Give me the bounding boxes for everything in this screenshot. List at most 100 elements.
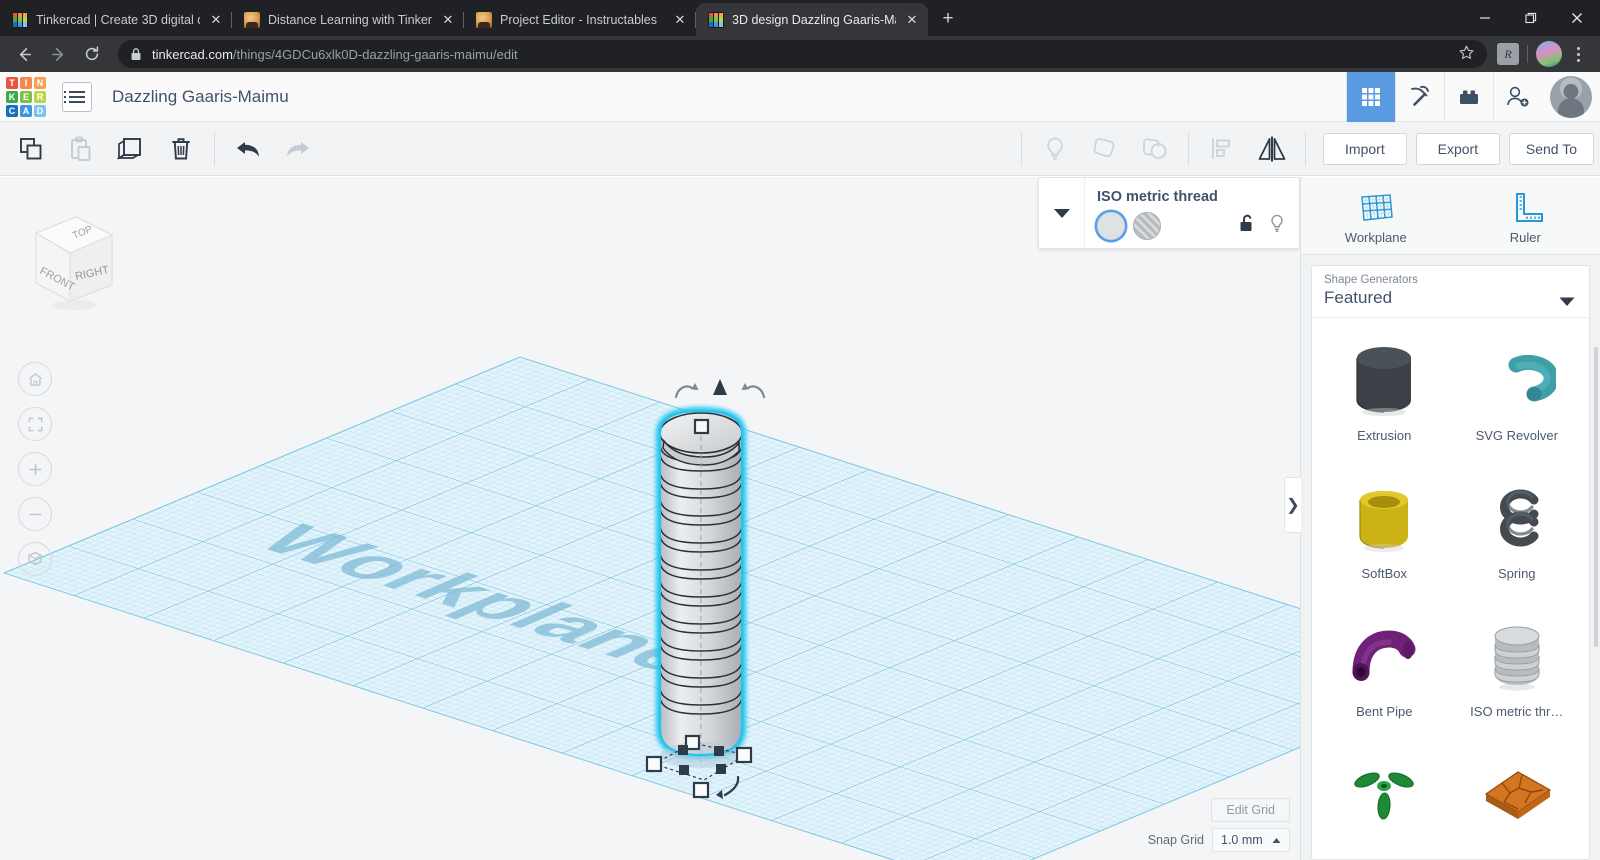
selection-handles[interactable] xyxy=(636,717,766,807)
edge-resize-handle[interactable] xyxy=(678,745,688,755)
align-button[interactable] xyxy=(1197,126,1247,172)
shape-item-softbox[interactable]: SoftBox xyxy=(1318,470,1451,608)
properties-icons xyxy=(1239,214,1289,238)
pickaxe-icon[interactable] xyxy=(1395,72,1444,122)
close-window-button[interactable] xyxy=(1554,0,1600,36)
edit-grid-button[interactable]: Edit Grid xyxy=(1211,798,1290,822)
green-propeller-icon xyxy=(1336,752,1432,836)
shape-item-svg-revolver[interactable]: SVG Revolver xyxy=(1451,332,1584,470)
tab-close-icon[interactable]: ✕ xyxy=(208,12,224,28)
teal-torus-arc-icon xyxy=(1469,338,1565,422)
shape-item-orange-stone-tile[interactable] xyxy=(1451,746,1584,859)
tab-close-icon[interactable]: ✕ xyxy=(904,12,920,28)
header-actions xyxy=(1346,72,1600,122)
lightbulb-icon[interactable] xyxy=(1269,214,1285,238)
user-avatar[interactable] xyxy=(1550,76,1592,118)
height-handle[interactable] xyxy=(693,418,710,435)
project-menu-icon[interactable] xyxy=(62,81,92,112)
brick-icon[interactable] xyxy=(1444,72,1493,122)
zoom-out-button[interactable] xyxy=(18,497,52,531)
edit-toolbar: Import Export Send To xyxy=(0,122,1600,176)
maximize-restore-button[interactable] xyxy=(1508,0,1554,36)
tinkercad-logo[interactable]: T I N K E R C A D xyxy=(4,75,48,119)
invite-person-icon[interactable] xyxy=(1493,72,1542,122)
group-button[interactable] xyxy=(1080,126,1130,172)
tab-close-icon[interactable]: ✕ xyxy=(440,12,456,28)
shape-item-bent-pipe[interactable]: Bent Pipe xyxy=(1318,608,1451,746)
workplane-tool[interactable]: Workplane xyxy=(1301,177,1451,254)
tab-title: 3D design Dazzling Gaaris-Maim xyxy=(732,12,896,27)
hole-swatch[interactable] xyxy=(1133,211,1161,240)
browser-tab-3[interactable]: Project Editor - Instructables ✕ xyxy=(464,3,696,36)
extension-icon[interactable]: R xyxy=(1497,43,1519,65)
ruler-tool[interactable]: Ruler xyxy=(1451,177,1600,254)
corner-resize-handle[interactable] xyxy=(692,781,710,799)
unlock-icon[interactable] xyxy=(1239,214,1255,237)
redo-button[interactable] xyxy=(273,126,323,172)
shape-item-spring[interactable]: Spring xyxy=(1451,470,1584,608)
perspective-toggle-button[interactable] xyxy=(18,542,52,576)
view-cube[interactable]: TOP FRONT RIGHT xyxy=(12,205,122,315)
bookmark-star-icon[interactable] xyxy=(1458,44,1475,65)
chevron-down-icon[interactable] xyxy=(1559,294,1575,312)
photo-favicon-icon xyxy=(244,11,260,28)
dark-spring-coil-icon xyxy=(1469,476,1565,560)
browser-tab-1[interactable]: Tinkercad | Create 3D digital desi ✕ xyxy=(0,3,232,36)
collapse-properties-icon[interactable] xyxy=(1039,178,1085,248)
browser-tab-4-active[interactable]: 3D design Dazzling Gaaris-Maim ✕ xyxy=(696,3,928,36)
export-button[interactable]: Export xyxy=(1415,132,1500,165)
rotate-gizmo-base[interactable] xyxy=(716,775,740,799)
back-button[interactable] xyxy=(8,38,40,70)
ungroup-button[interactable] xyxy=(1130,126,1180,172)
workplane-tool-label: Workplane xyxy=(1344,229,1407,245)
copy-button[interactable] xyxy=(6,126,56,172)
corner-resize-handle[interactable] xyxy=(645,755,663,773)
tab-title: Project Editor - Instructables xyxy=(500,12,658,27)
panel-scrollbar[interactable] xyxy=(1594,347,1598,647)
home-view-button[interactable] xyxy=(18,362,52,396)
shape-properties-panel[interactable]: ISO metric thread xyxy=(1038,177,1300,249)
shape-generator-select[interactable]: Shape Generators Featured xyxy=(1312,266,1589,318)
corner-resize-handle[interactable] xyxy=(735,746,753,764)
purple-bent-pipe-icon xyxy=(1336,614,1432,698)
lightbulb-button[interactable] xyxy=(1030,126,1080,172)
zoom-in-button[interactable] xyxy=(18,452,52,486)
duplicate-button[interactable] xyxy=(106,126,156,172)
new-tab-button[interactable]: + xyxy=(934,5,962,33)
logo-tile-d: D xyxy=(34,104,46,117)
url-input[interactable]: tinkercad.com/things/4GDCu6xlk0D-dazzlin… xyxy=(118,40,1487,68)
edge-resize-handle[interactable] xyxy=(679,765,689,775)
3d-viewport[interactable]: Workplane TOP FRONT RIGHT ISO metric thr… xyxy=(0,177,1300,860)
fit-to-view-button[interactable] xyxy=(18,407,52,441)
edge-resize-handle[interactable] xyxy=(716,764,726,774)
snap-grid-value: 1.0 mm xyxy=(1221,833,1263,847)
solid-color-swatch[interactable] xyxy=(1097,211,1125,240)
shape-item-iso-metric-thread[interactable]: ISO metric thr… xyxy=(1451,608,1584,746)
mirror-button[interactable] xyxy=(1247,126,1297,172)
grey-threaded-screw-icon xyxy=(1469,614,1565,698)
shape-item-green-propeller[interactable] xyxy=(1318,746,1451,859)
minimize-button[interactable] xyxy=(1462,0,1508,36)
collapse-panel-button[interactable]: ❯ xyxy=(1284,477,1301,533)
import-button[interactable]: Import xyxy=(1322,132,1407,165)
view-navigation-controls xyxy=(18,362,52,576)
browser-profile-avatar[interactable] xyxy=(1536,41,1562,67)
gallery-grid-icon[interactable] xyxy=(1346,72,1395,122)
send-to-button[interactable]: Send To xyxy=(1508,132,1594,165)
browser-menu-icon[interactable] xyxy=(1564,38,1592,70)
shape-generators-value: Featured xyxy=(1324,288,1393,307)
edge-resize-handle[interactable] xyxy=(714,746,724,756)
logo-tile-e: E xyxy=(20,90,32,103)
reload-button[interactable] xyxy=(76,38,108,70)
shape-library-card: Shape Generators Featured Extrusion SVG … xyxy=(1311,265,1590,860)
paste-button[interactable] xyxy=(56,126,106,172)
snap-grid-select[interactable]: 1.0 mm xyxy=(1212,828,1290,852)
tab-close-icon[interactable]: ✕ xyxy=(672,12,688,28)
undo-button[interactable] xyxy=(223,126,273,172)
browser-tab-2[interactable]: Distance Learning with Tinkercad ✕ xyxy=(232,3,464,36)
shape-item-extrusion[interactable]: Extrusion xyxy=(1318,332,1451,470)
delete-button[interactable] xyxy=(156,126,206,172)
snap-grid-label: Snap Grid xyxy=(1147,833,1204,847)
toolbar-right-group: Import Export Send To xyxy=(1013,126,1594,172)
forward-button[interactable] xyxy=(42,38,74,70)
